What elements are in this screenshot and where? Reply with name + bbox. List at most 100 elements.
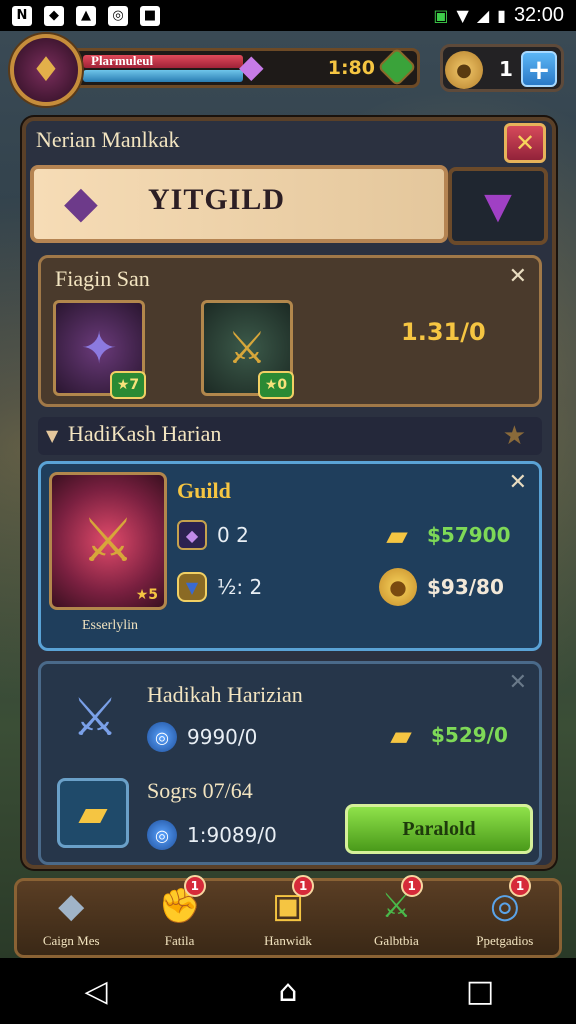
xp-bar: Plarmuleul ◆ 1:80 (70, 47, 420, 88)
reward-value: $57900 (427, 523, 511, 547)
quest-card: ⚔ Hadikah Harizian ✕ ◎ 9990/0 ▰ $529/0 ▰… (38, 661, 542, 865)
tab-label: Ppetgadios (476, 933, 534, 948)
xp-value: 1:80 (327, 57, 375, 79)
signal-icon: ◢ (476, 6, 490, 25)
claim-button[interactable]: Paralold (345, 804, 533, 854)
guild-banner[interactable]: ◆ YITGILD (30, 165, 448, 243)
gold-bars-icon: ▰ (386, 518, 408, 552)
home-icon[interactable]: ⌂ (258, 974, 318, 1009)
wifi-icon: ▼ (456, 6, 469, 25)
reward-row: ● $93/80 (379, 568, 504, 606)
recents-icon[interactable]: □ (450, 974, 510, 1009)
helmet-tab-icon: ◆ (58, 886, 85, 926)
reward-value: $93/80 (427, 575, 504, 599)
tab-hanwidk[interactable]: ▣ 1 Hanwidk (234, 875, 342, 955)
system-nav-bar: ◁ ⌂ □ (0, 958, 576, 1024)
status-bar: N ◆ ▲ ◎ ■ ▣ ▼ ◢ ▮ 32:00 (0, 0, 576, 31)
notification-badge: 1 (400, 875, 423, 897)
mana-fill (83, 70, 243, 82)
coin-icon: ● (445, 51, 483, 89)
stat-value: 9990/0 (187, 725, 258, 749)
dismiss-icon[interactable]: ✕ (509, 670, 527, 695)
stat-row: ◎ 9990/0 (147, 722, 257, 752)
collapse-arrow-icon: ▼ (46, 426, 59, 445)
stat-value: ½: 2 (217, 575, 263, 599)
mage-hero-icon: ✦ (80, 322, 118, 374)
armored-hero-icon: ⚔ (81, 506, 135, 576)
level-hex-icon (377, 47, 417, 87)
emblem-icon: ▼ (484, 185, 512, 227)
favorite-star-icon[interactable]: ★ (503, 421, 526, 451)
player-avatar[interactable]: ♦ (10, 34, 82, 106)
tab-galbtbia[interactable]: ⚔ 1 Galbtbia (342, 875, 450, 955)
knight-hero-icon: ⚔ (227, 322, 267, 374)
reward-row: ▰ $529/0 (381, 718, 508, 752)
hero-caption: Esserlylin (82, 618, 138, 633)
notification-badge: 1 (509, 875, 532, 897)
quest-hero-icon: ⚔ (71, 688, 119, 748)
card-title: Fiagin San (55, 266, 150, 291)
reward-value: $529/0 (431, 723, 508, 747)
hero-portrait[interactable]: ⚔ ★5 (49, 472, 167, 610)
guild-panel: Nerian Manlkak ✕ ◆ YITGILD ▼ Fiagin San … (22, 117, 556, 869)
close-button[interactable]: ✕ (504, 123, 546, 163)
tab-label: Hanwidk (264, 933, 312, 948)
guild-crest-icon: ◆ (64, 177, 98, 228)
guild-emblem-button[interactable]: ▼ (448, 167, 548, 245)
battery-icon: ▮ (497, 6, 506, 25)
notification-shield-icon: ◆ (44, 5, 64, 26)
top-hud: ♦ Plarmuleul ◆ 1:80 ● 1 + (0, 30, 576, 106)
gold-bars-icon: ▰ (390, 718, 412, 752)
crystal-icon: ◆ (177, 520, 207, 550)
card-title: Guild (177, 478, 231, 503)
quest-subtitle: Sogrs 07/64 (147, 778, 253, 803)
bottom-tab-bar: ◆ Caign Mes ✊ 1 Fatila ▣ 1 Hanwidk ⚔ 1 G… (14, 875, 562, 958)
tab-ppetgadios[interactable]: ◎ 1 Ppetgadios (451, 875, 559, 955)
section-header[interactable]: ▼ HadiKash Harian ★ (38, 417, 542, 455)
coin-icon: ● (379, 568, 417, 606)
stat-row: ◎ 1:9089/0 (147, 820, 277, 850)
banner-text: YITGILD (148, 183, 286, 216)
orb-icon: ◎ (147, 820, 177, 850)
gold-pile-item[interactable]: ▰ (57, 778, 129, 848)
back-icon[interactable]: ◁ (66, 974, 126, 1009)
clock: 32:00 (513, 4, 564, 26)
player-name: Plarmuleul (91, 53, 154, 68)
tab-label: Galbtbia (374, 933, 419, 948)
hero-level-badge: ★ 0 (258, 371, 294, 399)
guild-hero-card: ⚔ ★5 Esserlylin Guild ✕ ◆ 0 2 ▼ ½: 2 ▰ $… (38, 461, 542, 651)
tab-fatila[interactable]: ✊ 1 Fatila (125, 875, 233, 955)
notification-badge: 1 (183, 875, 206, 897)
notification-square-icon: ■ (140, 5, 160, 26)
section-title: HadiKash Harian (68, 421, 222, 446)
gold-pile-icon: ▰ (78, 791, 108, 835)
hero-tile-mage[interactable]: ✦ ★ 7 (53, 300, 146, 399)
currency-value: 1 (499, 57, 513, 81)
hero-stars: ★5 (135, 587, 158, 603)
add-currency-button[interactable]: + (521, 51, 557, 87)
hero-pair-card: Fiagin San ✕ ✦ ★ 7 ⚔ ★ 0 1.31/0 (38, 255, 542, 407)
search-orb-icon: ◎ (147, 722, 177, 752)
card-value: 1.31/0 (401, 318, 486, 346)
panel-title: Nerian Manlkak (36, 127, 180, 152)
stat-value: 1:9089/0 (187, 823, 277, 847)
currency-box: ● 1 + (440, 44, 564, 92)
stat-row: ◆ 0 2 (177, 520, 249, 550)
dismiss-icon[interactable]: ✕ (509, 264, 527, 289)
tab-label: Caign Mes (42, 933, 100, 948)
stat-row: ▼ ½: 2 (177, 572, 262, 602)
card-title: Hadikah Harizian (147, 682, 303, 707)
vibrate-icon: ▣ (433, 6, 449, 25)
hero-level-badge: ★ 7 (110, 371, 146, 399)
dismiss-icon[interactable]: ✕ (509, 470, 527, 495)
reward-row: ▰ $57900 (377, 518, 511, 552)
notification-n-icon: N (12, 5, 32, 26)
tab-campaign[interactable]: ◆ Caign Mes (17, 881, 125, 955)
helmet-icon: ♦ (30, 50, 62, 90)
gem-icon: ◆ (239, 47, 264, 85)
hero-tile-knight[interactable]: ⚔ ★ 0 (201, 300, 294, 399)
stat-value: 0 2 (217, 523, 249, 547)
notification-pin-icon: ▲ (76, 5, 96, 26)
notification-ring-icon: ◎ (108, 5, 128, 26)
shield-icon: ▼ (177, 572, 207, 602)
